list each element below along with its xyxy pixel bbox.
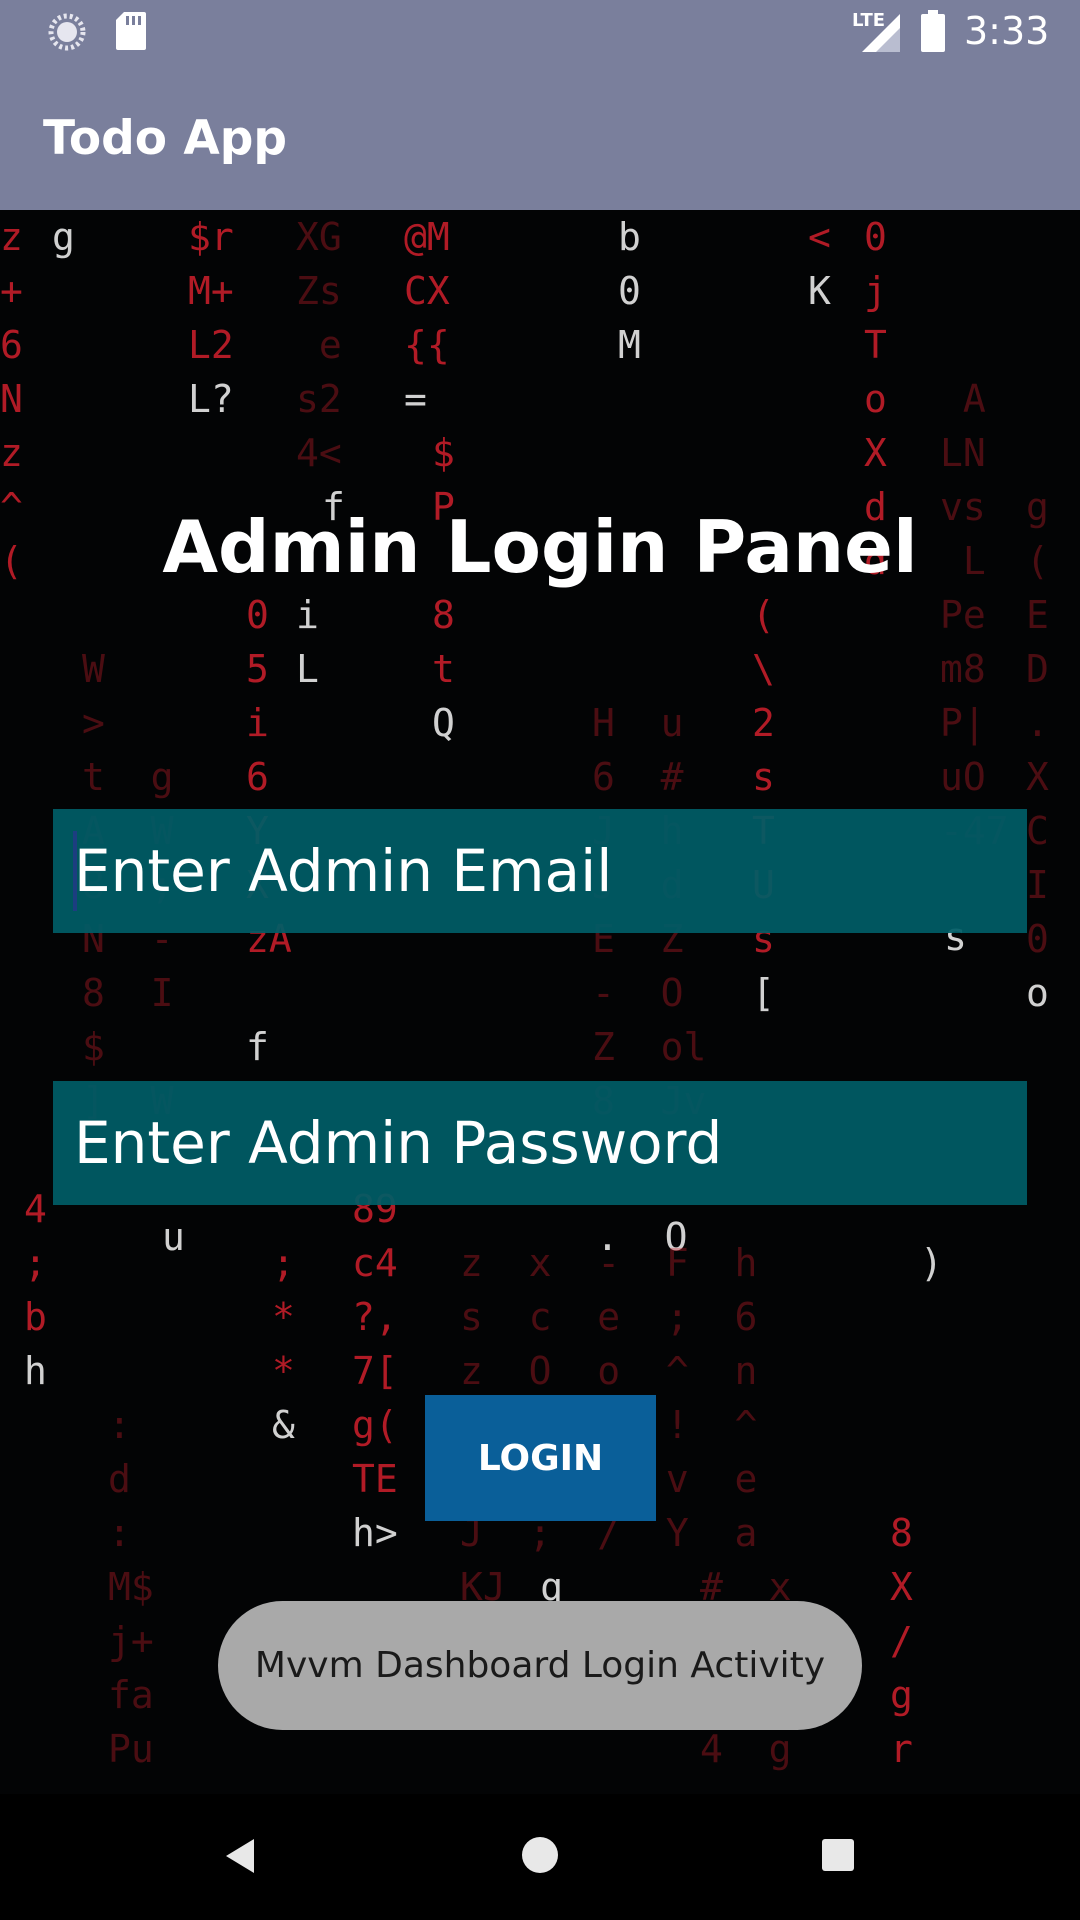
login-panel-heading: Admin Login Panel (162, 505, 918, 589)
recents-icon[interactable] (820, 1837, 856, 1873)
status-time: 3:33 (964, 9, 1050, 53)
navigation-bar (0, 1794, 1080, 1920)
login-button[interactable]: LOGIN (425, 1395, 656, 1521)
app-bar: Todo App (0, 63, 1080, 210)
email-field[interactable] (53, 809, 1027, 933)
toast-message: Mvvm Dashboard Login Activity (218, 1601, 862, 1730)
text-cursor (73, 831, 77, 911)
password-field-container (53, 1081, 1027, 1205)
sync-icon (48, 13, 86, 51)
back-icon[interactable] (220, 1836, 260, 1876)
home-icon[interactable] (519, 1834, 561, 1876)
app-title: Todo App (43, 111, 288, 166)
battery-icon (921, 10, 945, 52)
sd-card-icon (116, 12, 146, 50)
status-bar: LTE 3:33 (0, 0, 1080, 63)
email-field-container (53, 809, 1027, 933)
signal-icon (862, 14, 900, 52)
matrix-background-image: z + 6 N z ^ ( g $r M+ L2 L? XG Zs e s2 4… (0, 210, 1080, 1794)
password-field[interactable] (53, 1081, 1027, 1205)
